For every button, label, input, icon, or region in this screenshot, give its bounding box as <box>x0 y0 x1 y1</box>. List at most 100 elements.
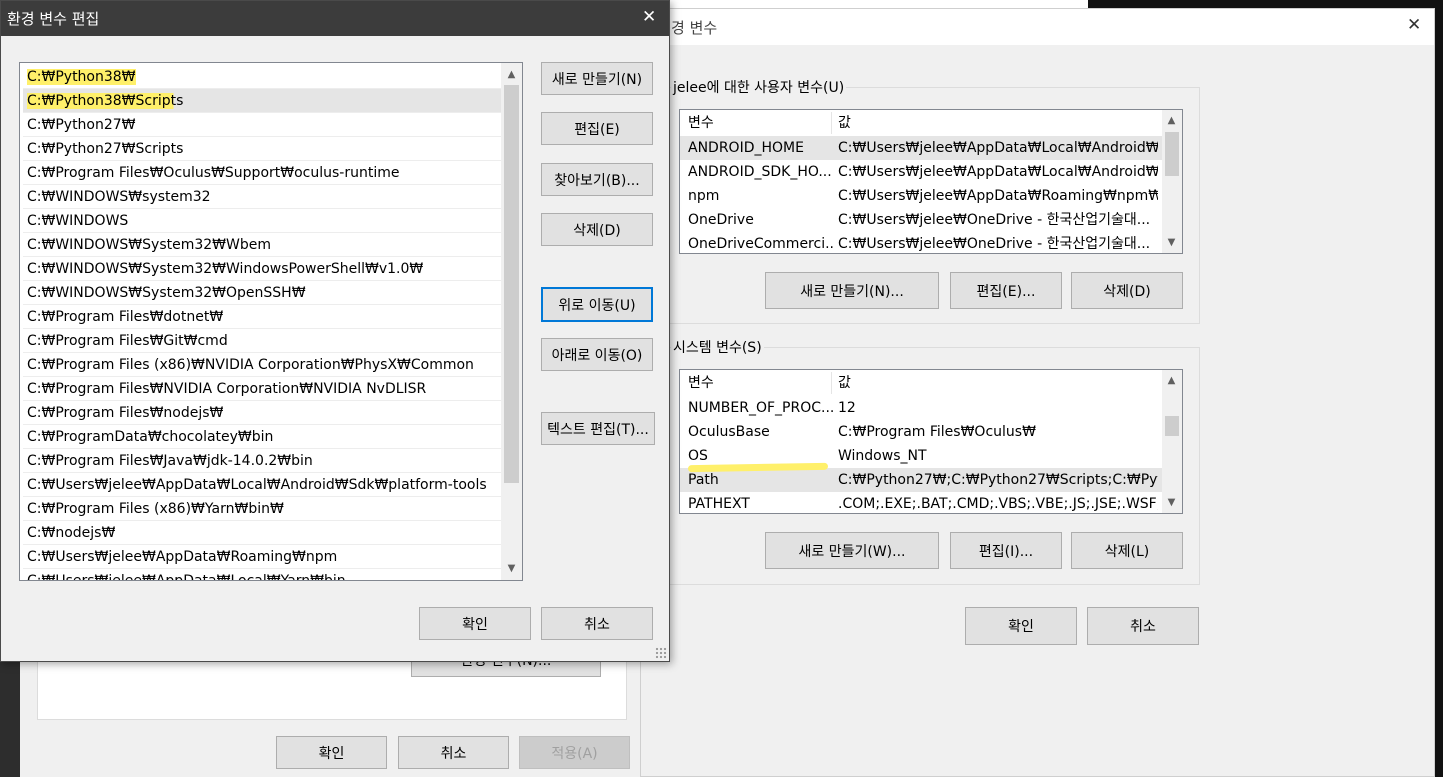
system-variables-title: 시스템 변수(S) <box>671 337 764 357</box>
list-item[interactable]: C:₩Python38₩Scripts <box>23 89 501 113</box>
table-row[interactable]: Path C:₩Python27₩;C:₩Python27₩Scripts;C:₩… <box>680 468 1162 492</box>
path-entry-text: C:₩WINDOWS₩System32₩WindowsPowerShell₩v1… <box>27 261 424 277</box>
table-row[interactable]: npm C:₩Users₩jelee₩AppData₩Roaming₩npm₩n.… <box>680 184 1162 208</box>
scrollbar-thumb[interactable] <box>504 85 519 483</box>
apply-button[interactable]: 적용(A) <box>519 736 630 769</box>
edit-button[interactable]: 편집(E) <box>541 112 653 145</box>
variable-name: npm <box>688 188 720 204</box>
edit-text-button[interactable]: 텍스트 편집(T)... <box>541 412 655 445</box>
scrollbar[interactable]: ▲ ▼ <box>1162 370 1182 513</box>
scrollbar[interactable]: ▲ ▼ <box>1162 110 1182 253</box>
cancel-button[interactable]: 취소 <box>398 736 509 769</box>
list-item[interactable]: C:₩Program Files₩Git₩cmd <box>23 329 501 353</box>
variable-name: NUMBER_OF_PROC... <box>688 400 833 416</box>
list-item[interactable]: C:₩Python27₩Scripts <box>23 137 501 161</box>
system-variables-table[interactable]: 변수 값 NUMBER_OF_PROC... 12 OculusBase C:₩Pro… <box>679 369 1183 514</box>
cancel-button[interactable]: 취소 <box>541 607 653 640</box>
list-item[interactable]: C:₩Program Files (x86)₩NVIDIA Corporatio… <box>23 353 501 377</box>
column-header-value[interactable]: 값 <box>838 110 851 136</box>
scroll-up-icon[interactable]: ▲ <box>1163 112 1180 129</box>
table-row[interactable]: OculusBase C:₩Program Files₩Oculus₩ <box>680 420 1162 444</box>
resize-grip-icon[interactable] <box>655 647 667 659</box>
variable-value: C:₩Users₩jelee₩OneDrive - 한국산업기술대... <box>838 212 1151 228</box>
list-item[interactable]: C:₩Program Files₩NVIDIA Corporation₩NVID… <box>23 377 501 401</box>
path-entry-text: C:₩WINDOWS <box>27 213 129 229</box>
scrollbar-thumb[interactable] <box>1165 132 1179 176</box>
list-item[interactable]: C:₩Program Files₩Java₩jdk-14.0.2₩bin <box>23 449 501 473</box>
user-edit-button[interactable]: 편집(E)... <box>950 272 1062 309</box>
path-entry-text: C:₩nodejs₩ <box>27 525 116 541</box>
table-row[interactable]: OneDriveCommerci... C:₩Users₩jelee₩OneDri… <box>680 232 1162 253</box>
path-entry-text: C:₩ProgramData₩chocolatey₩bin <box>27 429 274 445</box>
ok-button[interactable]: 확인 <box>276 736 387 769</box>
path-entry-text: C:₩Python27₩Scripts <box>27 141 184 157</box>
path-entry-text: C:₩Users₩jelee₩AppData₩Roaming₩npm <box>27 549 338 565</box>
user-variables-table[interactable]: 변수 값 ANDROID_HOME C:₩Users₩jelee₩AppData₩… <box>679 109 1183 254</box>
list-item[interactable]: C:₩Users₩jelee₩AppData₩Local₩Android₩Sdk… <box>23 473 501 497</box>
user-new-button[interactable]: 새로 만들기(N)... <box>765 272 939 309</box>
env-dialog-title: 경 변수 <box>671 19 718 37</box>
table-row[interactable]: PATHEXT .COM;.EXE;.BAT;.CMD;.VBS;.VBE;.JS… <box>680 492 1162 513</box>
column-header-name[interactable]: 변수 <box>688 370 714 396</box>
variable-value: C:₩Users₩jelee₩AppData₩Local₩Android₩S..… <box>838 140 1158 156</box>
cancel-button[interactable]: 취소 <box>1087 607 1199 645</box>
table-header: 변수 값 <box>680 110 1162 136</box>
scroll-down-icon[interactable]: ▼ <box>503 560 520 577</box>
list-item[interactable]: C:₩Program Files₩nodejs₩ <box>23 401 501 425</box>
scrollbar-thumb[interactable] <box>1165 416 1179 436</box>
list-item[interactable]: C:₩Python38₩ <box>23 65 501 89</box>
list-item[interactable]: C:₩WINDOWS₩System32₩Wbem <box>23 233 501 257</box>
variable-value: C:₩Users₩jelee₩OneDrive - 한국산업기술대... <box>838 236 1151 252</box>
list-item[interactable]: C:₩WINDOWS <box>23 209 501 233</box>
list-item[interactable]: C:₩WINDOWS₩System32₩WindowsPowerShell₩v1… <box>23 257 501 281</box>
ok-button[interactable]: 확인 <box>419 607 531 640</box>
edit-env-variable-dialog: 환경 변수 편집 ✕ C:₩Python38₩ C:₩Python38₩Scrip… <box>0 0 670 662</box>
scroll-down-icon[interactable]: ▼ <box>1163 234 1180 251</box>
path-entry-text: C:₩Program Files₩nodejs₩ <box>27 405 224 421</box>
list-item[interactable]: C:₩Program Files₩Oculus₩Support₩oculus-r… <box>23 161 501 185</box>
table-row[interactable]: OneDrive C:₩Users₩jelee₩OneDrive - 한국산업기술… <box>680 208 1162 232</box>
path-entry-text: C:₩Python38₩ <box>27 69 136 85</box>
close-icon[interactable]: ✕ <box>1407 15 1421 35</box>
table-row[interactable]: NUMBER_OF_PROC... 12 <box>680 396 1162 420</box>
scroll-up-icon[interactable]: ▲ <box>1163 372 1180 389</box>
list-item[interactable]: C:₩ProgramData₩chocolatey₩bin <box>23 425 501 449</box>
scroll-down-icon[interactable]: ▼ <box>1163 494 1180 511</box>
system-new-button[interactable]: 새로 만들기(W)... <box>765 532 939 569</box>
list-item[interactable]: C:₩Python27₩ <box>23 113 501 137</box>
scroll-up-icon[interactable]: ▲ <box>503 66 520 83</box>
list-item[interactable]: C:₩Program Files (x86)₩Yarn₩bin₩ <box>23 497 501 521</box>
system-edit-button[interactable]: 편집(I)... <box>950 532 1062 569</box>
list-item[interactable]: C:₩Users₩jelee₩AppData₩Local₩Yarn₩bin <box>23 569 501 581</box>
ok-button[interactable]: 확인 <box>965 607 1077 645</box>
list-item[interactable]: C:₩WINDOWS₩System32₩OpenSSH₩ <box>23 281 501 305</box>
background-desktop-top <box>1088 0 1443 8</box>
column-header-name[interactable]: 변수 <box>688 110 714 136</box>
path-entry-text: C:₩Users₩jelee₩AppData₩Local₩Yarn₩bin <box>27 573 346 581</box>
new-button[interactable]: 새로 만들기(N) <box>541 62 653 95</box>
move-down-button[interactable]: 아래로 이동(O) <box>541 338 653 371</box>
table-row[interactable]: ANDROID_HOME C:₩Users₩jelee₩AppData₩Local… <box>680 136 1162 160</box>
list-item[interactable]: C:₩Program Files₩dotnet₩ <box>23 305 501 329</box>
variable-name: OneDrive <box>688 212 754 228</box>
variable-value: .COM;.EXE;.BAT;.CMD;.VBS;.VBE;.JS;.JSE;.… <box>838 496 1158 512</box>
list-item[interactable]: C:₩nodejs₩ <box>23 521 501 545</box>
path-entry-text: C:₩Program Files₩Java₩jdk-14.0.2₩bin <box>27 453 313 469</box>
path-entry-text: C:₩Program Files (x86)₩Yarn₩bin₩ <box>27 501 284 517</box>
table-row[interactable]: ANDROID_SDK_HO... C:₩Users₩jelee₩AppData₩… <box>680 160 1162 184</box>
list-item[interactable]: C:₩Users₩jelee₩AppData₩Roaming₩npm <box>23 545 501 569</box>
delete-button[interactable]: 삭제(D) <box>541 213 653 246</box>
browse-button[interactable]: 찾아보기(B)... <box>541 163 653 196</box>
close-icon[interactable]: ✕ <box>642 7 656 27</box>
user-delete-button[interactable]: 삭제(D) <box>1071 272 1183 309</box>
path-entry-text: C:₩Python38₩Scripts <box>27 93 184 109</box>
column-header-value[interactable]: 값 <box>838 370 851 396</box>
list-item[interactable]: C:₩WINDOWS₩system32 <box>23 185 501 209</box>
system-delete-button[interactable]: 삭제(L) <box>1071 532 1183 569</box>
variable-value: 12 <box>838 400 856 416</box>
move-up-button[interactable]: 위로 이동(U) <box>541 287 653 322</box>
variable-name: OneDriveCommerci... <box>688 236 833 252</box>
path-list[interactable]: C:₩Python38₩ C:₩Python38₩Scripts C:₩Python… <box>19 62 523 581</box>
scrollbar[interactable]: ▲ ▼ <box>501 63 522 580</box>
env-dialog-titlebar: 경 변수 ✕ <box>641 9 1434 45</box>
